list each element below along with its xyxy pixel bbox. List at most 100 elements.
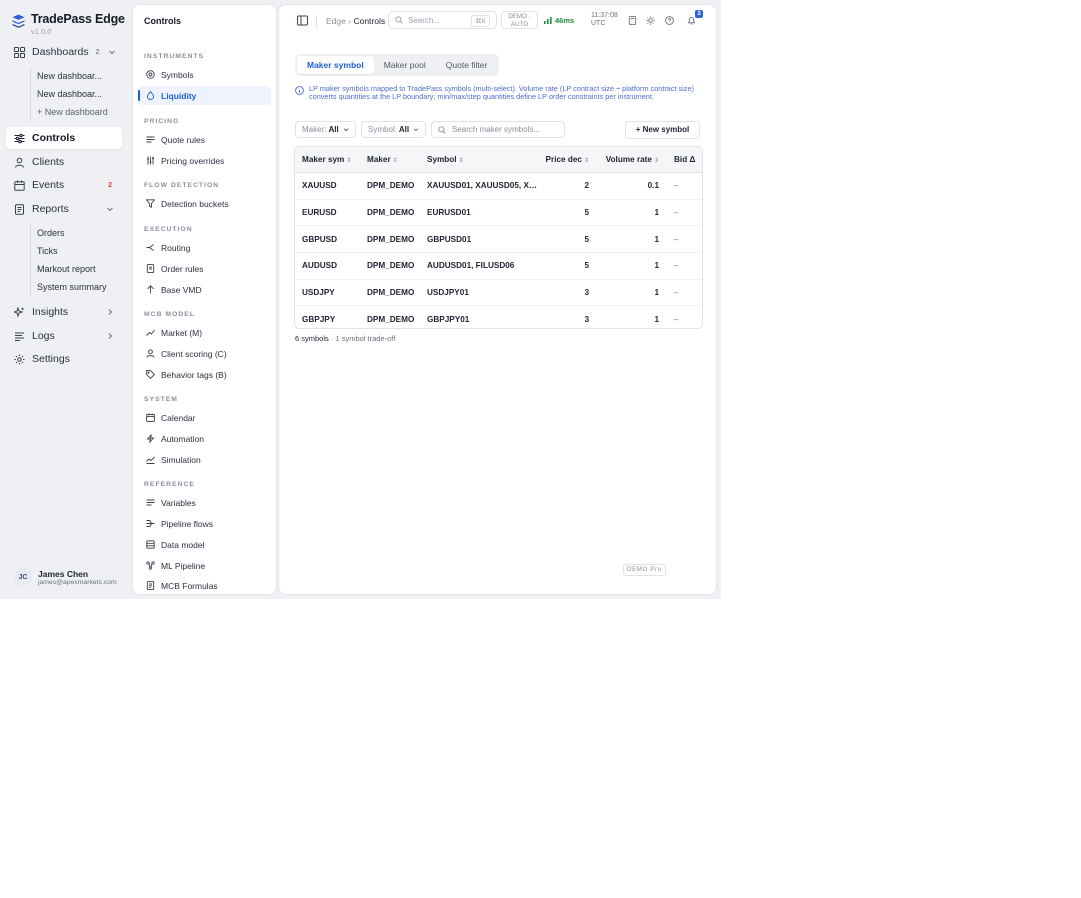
panel-item-automation[interactable]: Automation (138, 429, 271, 448)
breadcrumb: Edge › Controls (326, 16, 385, 26)
brand-logo-icon (12, 14, 25, 28)
panel-item-behavior-tags[interactable]: Behavior tags (B) (138, 365, 271, 384)
sidebar-item-controls[interactable]: Controls (6, 127, 122, 149)
table-row[interactable]: EURUSD DPM_DEMO EURUSD01 5 1 – (295, 199, 702, 227)
routing-icon (146, 243, 155, 252)
panel-item-label: Market (M) (161, 327, 203, 338)
chevron-right-icon[interactable] (106, 308, 114, 316)
sidebar-toggle-icon[interactable] (297, 15, 308, 26)
cell-symbol: GBPUSD01 (420, 225, 538, 254)
section-label-system: SYSTEM (144, 396, 178, 403)
tradeoff-count: 1 symbol trade-off (335, 334, 396, 343)
maker-symbol-search-input[interactable]: Search maker symbols... (431, 121, 565, 138)
table-row[interactable]: XAUUSD DPM_DEMO XAUUSD01, XAUUSD05, XAUU… (295, 172, 702, 200)
column-header-maker[interactable]: Maker ⇕ (360, 147, 420, 173)
panel-item-calendar[interactable]: Calendar (138, 408, 271, 427)
panel-item-symbols[interactable]: Symbols (138, 65, 271, 84)
maker-symbol-table: Maker sym ⇕ Maker ⇕ Symbol ⇕ Price dec ⇕ Vol… (294, 146, 703, 329)
sidebar-item-clients[interactable]: Clients (6, 151, 122, 173)
dashboard-link[interactable]: New dashboar... (31, 85, 108, 103)
chevron-down-icon[interactable] (108, 48, 116, 56)
panel-item-simulation[interactable]: Simulation (138, 450, 271, 469)
cell-maker-sym: EURUSD (295, 199, 360, 227)
sidebar-item-label: Settings (32, 353, 70, 365)
panel-item-client-scoring[interactable]: Client scoring (C) (138, 344, 271, 363)
table-header-row: Maker sym ⇕ Maker ⇕ Symbol ⇕ Price dec ⇕ Vol… (295, 147, 702, 173)
cell-symbol: EURUSD01 (420, 199, 538, 227)
chevron-right-icon[interactable] (106, 332, 114, 340)
table-row[interactable]: GBPJPY DPM_DEMO GBPJPY01 3 1 – (295, 306, 702, 328)
breadcrumb-root[interactable]: Edge (326, 16, 346, 26)
panel-title: Controls (144, 16, 181, 26)
sidebar-item-insights[interactable]: Insights (6, 301, 122, 323)
cell-price-dec: 3 (584, 314, 589, 324)
maker-filter-dropdown[interactable]: Maker: All (295, 121, 356, 138)
notification-count-badge: 3 (695, 10, 703, 18)
panel-item-data-model[interactable]: Data model (138, 535, 271, 554)
column-header-bid-delta[interactable]: Bid Δ (667, 147, 702, 173)
sort-icon: ⇕ (392, 158, 398, 164)
report-link-markout[interactable]: Markout report (31, 260, 107, 278)
report-link-ticks[interactable]: Ticks (31, 242, 107, 260)
cell-volume-rate: 0.1 (597, 172, 667, 200)
tab-quote-filter[interactable]: Quote filter (436, 56, 498, 74)
panel-item-routing[interactable]: Routing (138, 238, 271, 257)
panel-item-base-vmd[interactable]: Base VMD (138, 280, 271, 299)
sidebar-item-logs[interactable]: Logs (6, 325, 122, 347)
new-dashboard-link[interactable]: + New dashboard (31, 103, 108, 121)
column-header-price-dec[interactable]: Price dec ⇕ (538, 147, 597, 173)
controls-panel: Controls INSTRUMENTS Symbols Liquidity P… (133, 5, 276, 594)
symbol-filter-dropdown[interactable]: Symbol: All (361, 121, 426, 138)
table-row[interactable]: USDJPY DPM_DEMO USDJPY01 3 1 – (295, 279, 702, 307)
help-icon[interactable] (665, 16, 674, 25)
brand-version: v1.0.0 (31, 27, 52, 36)
list-icon (146, 135, 155, 144)
column-header-volume-rate[interactable]: Volume rate ⇕ (597, 147, 667, 173)
brand[interactable]: TradePass Edge v1.0.0 (12, 12, 125, 36)
new-symbol-button[interactable]: + New symbol (625, 121, 700, 139)
panel-item-ml-pipeline[interactable]: ML Pipeline (138, 556, 271, 575)
calculator-icon[interactable] (628, 16, 637, 25)
panel-item-pricing-overrides[interactable]: Pricing overrides (138, 151, 271, 170)
chevron-down-icon[interactable] (106, 205, 114, 213)
table-row[interactable]: AUDUSD DPM_DEMO AUDUSD01, FILUSD06 5 1 – (295, 252, 702, 280)
global-search-input[interactable]: Search... ⌘K (388, 11, 497, 29)
panel-item-market[interactable]: Market (M) (138, 323, 271, 342)
sidebar-item-settings[interactable]: Settings (6, 348, 122, 370)
column-header-symbol[interactable]: Symbol ⇕ (420, 147, 538, 173)
sidebar-item-reports[interactable]: Reports (6, 198, 122, 220)
panel-item-mcb-formulas[interactable]: MCB Formulas (138, 576, 271, 595)
sidebar-item-dashboards[interactable]: Dashboards 2 (6, 41, 122, 63)
report-link-orders[interactable]: Orders (31, 224, 107, 242)
user-profile[interactable]: JC James Chen james@apexmarkets.com (14, 568, 117, 586)
panel-item-pipeline-flows[interactable]: Pipeline flows (138, 514, 271, 533)
panel-item-detection-buckets[interactable]: Detection buckets (138, 194, 271, 213)
mode-indicator[interactable]: DEMO · AUTO (501, 11, 538, 29)
cell-maker: DPM_DEMO (360, 172, 420, 200)
tab-maker-pool[interactable]: Maker pool (374, 56, 436, 74)
panel-item-liquidity[interactable]: Liquidity (138, 86, 271, 105)
panel-item-label: Variables (161, 497, 196, 508)
dashboard-link[interactable]: New dashboar... (31, 67, 108, 85)
cell-maker: DPM_DEMO (360, 199, 420, 227)
cell-bid-delta: – (674, 314, 679, 324)
column-header-maker-sym[interactable]: Maker sym ⇕ (295, 147, 360, 173)
calendar-icon (14, 180, 25, 191)
sun-icon[interactable] (646, 16, 655, 25)
cell-maker-sym: AUDUSD (295, 252, 360, 280)
table-row[interactable]: GBPUSD DPM_DEMO GBPUSD01 5 1 – (295, 225, 702, 254)
cell-price-dec: 3 (538, 279, 597, 307)
panel-item-label: Pipeline flows (161, 518, 213, 529)
target-icon (146, 70, 155, 79)
panel-item-variables[interactable]: Variables (138, 493, 271, 512)
panel-item-order-rules[interactable]: Order rules (138, 259, 271, 278)
report-link-system-summary[interactable]: System summary (31, 278, 107, 296)
info-banner: LP maker symbols mapped to TradePass sym… (295, 84, 695, 102)
sidebar-item-label: Logs (32, 330, 55, 342)
tab-maker-symbol[interactable]: Maker symbol (297, 56, 374, 74)
panel-item-quote-rules[interactable]: Quote rules (138, 130, 271, 149)
sidebar-item-events[interactable]: Events 2 (6, 174, 122, 196)
cell-maker: DPM_DEMO (360, 279, 420, 307)
section-label-reference: REFERENCE (144, 481, 195, 488)
network-icon (146, 561, 155, 570)
